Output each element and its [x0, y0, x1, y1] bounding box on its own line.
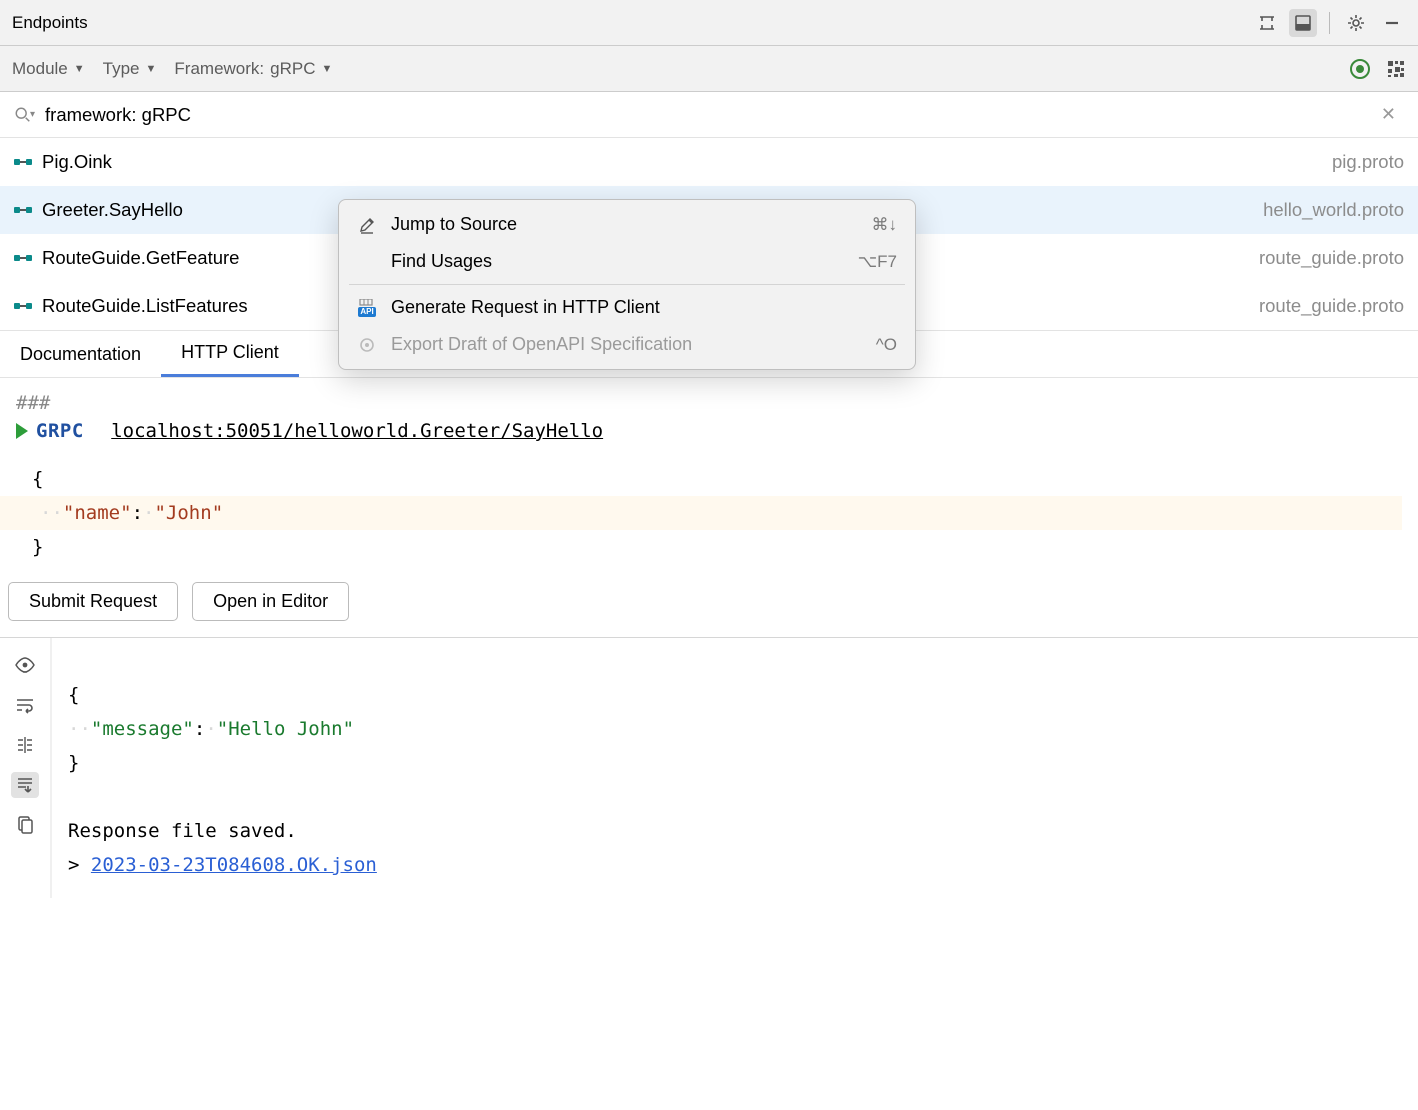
- titlebar: Endpoints: [0, 0, 1418, 46]
- request-body[interactable]: { ··"name":·"John" }: [32, 462, 1402, 564]
- submit-request-button[interactable]: Submit Request: [8, 582, 178, 621]
- rpc-icon: [14, 157, 32, 167]
- tab-http-client[interactable]: HTTP Client: [161, 331, 299, 377]
- target-disabled-icon: [357, 335, 377, 355]
- blank-icon: [357, 252, 377, 272]
- endpoint-name: RouteGuide.ListFeatures: [42, 295, 248, 317]
- filter-type[interactable]: Type ▼: [103, 59, 157, 79]
- ctx-label: Find Usages: [391, 251, 492, 272]
- filter-framework-value: gRPC: [270, 59, 315, 79]
- open-in-editor-button[interactable]: Open in Editor: [192, 582, 349, 621]
- endpoint-name: Pig.Oink: [42, 151, 112, 173]
- pencil-icon: [357, 215, 377, 235]
- filter-bar: Module ▼ Type ▼ Framework: gRPC ▼: [0, 46, 1418, 92]
- chevron-down-icon: ▼: [146, 63, 157, 75]
- request-method: GRPC: [36, 420, 84, 442]
- endpoint-name: Greeter.SayHello: [42, 199, 183, 221]
- rpc-icon: [14, 301, 32, 311]
- titlebar-tools: [1253, 9, 1406, 37]
- response-panel: { ··"message":·"Hello John" } Response f…: [0, 637, 1418, 898]
- ctx-jump-to-source[interactable]: Jump to Source ⌘↓: [339, 206, 915, 243]
- filter-framework[interactable]: Framework: gRPC ▼: [174, 59, 332, 79]
- ctx-label: Export Draft of OpenAPI Specification: [391, 334, 692, 355]
- endpoint-file: hello_world.proto: [1263, 199, 1404, 221]
- expand-icon[interactable]: [1253, 9, 1281, 37]
- file-prefix: >: [68, 854, 91, 876]
- run-icon[interactable]: [16, 423, 28, 439]
- compare-icon[interactable]: [11, 732, 39, 758]
- copy-icon[interactable]: [11, 812, 39, 838]
- filter-module-label: Module: [12, 59, 68, 79]
- ctx-generate-request[interactable]: API Generate Request in HTTP Client: [339, 289, 915, 326]
- preview-icon[interactable]: [11, 652, 39, 678]
- response-saved-label: Response file saved.: [68, 814, 377, 848]
- search-bar[interactable]: ▾ framework: gRPC ✕: [0, 92, 1418, 138]
- endpoint-row[interactable]: Pig.Oink pig.proto: [0, 138, 1418, 186]
- endpoint-file: route_guide.proto: [1259, 295, 1404, 317]
- action-buttons: Submit Request Open in Editor: [0, 572, 1418, 637]
- rpc-icon: [14, 205, 32, 215]
- wrap-icon[interactable]: [11, 692, 39, 718]
- response-file-link[interactable]: 2023-03-23T084608.OK.json: [91, 854, 377, 876]
- layout-icon[interactable]: [1289, 9, 1317, 37]
- body-key: name: [74, 502, 120, 524]
- request-separator: ###: [16, 392, 1402, 414]
- ctx-export-openapi: Export Draft of OpenAPI Specification ^O: [339, 326, 915, 363]
- ctx-shortcut: ⌥F7: [858, 252, 897, 272]
- ctx-label: Jump to Source: [391, 214, 517, 235]
- endpoint-name: RouteGuide.GetFeature: [42, 247, 239, 269]
- endpoint-file: pig.proto: [1332, 151, 1404, 173]
- ctx-label: Generate Request in HTTP Client: [391, 297, 660, 318]
- ctx-find-usages[interactable]: Find Usages ⌥F7: [339, 243, 915, 280]
- scroll-bottom-icon[interactable]: [11, 772, 39, 798]
- search-icon: ▾: [14, 106, 35, 124]
- response-key: message: [102, 718, 182, 740]
- response-body[interactable]: { ··"message":·"Hello John" } Response f…: [52, 638, 393, 898]
- api-icon: API: [357, 298, 377, 318]
- endpoint-file: route_guide.proto: [1259, 247, 1404, 269]
- clear-search-icon[interactable]: ✕: [1373, 100, 1404, 129]
- panel-title: Endpoints: [12, 13, 88, 33]
- request-url[interactable]: localhost:50051/helloworld.Greeter/SayHe…: [111, 420, 603, 442]
- search-input[interactable]: framework: gRPC: [45, 104, 1363, 126]
- rpc-icon: [14, 253, 32, 263]
- toolbar-divider: [1329, 12, 1330, 34]
- tab-documentation[interactable]: Documentation: [0, 331, 161, 377]
- target-icon[interactable]: [1350, 59, 1370, 79]
- grid-view-icon[interactable]: [1386, 59, 1406, 79]
- ctx-shortcut: ⌘↓: [872, 215, 898, 235]
- filter-module[interactable]: Module ▼: [12, 59, 85, 79]
- chevron-down-icon: ▼: [74, 63, 85, 75]
- http-editor[interactable]: ### GRPC localhost:50051/helloworld.Gree…: [0, 378, 1418, 572]
- minimize-icon[interactable]: [1378, 9, 1406, 37]
- ctx-shortcut: ^O: [876, 335, 897, 355]
- ctx-separator: [349, 284, 905, 285]
- filter-type-label: Type: [103, 59, 140, 79]
- response-value: Hello John: [228, 718, 342, 740]
- gear-icon[interactable]: [1342, 9, 1370, 37]
- context-menu: Jump to Source ⌘↓ Find Usages ⌥F7 API Ge…: [338, 199, 916, 370]
- filter-framework-label: Framework:: [174, 59, 264, 79]
- chevron-down-icon: ▼: [322, 63, 333, 75]
- body-value: John: [166, 502, 212, 524]
- response-gutter: [0, 638, 52, 898]
